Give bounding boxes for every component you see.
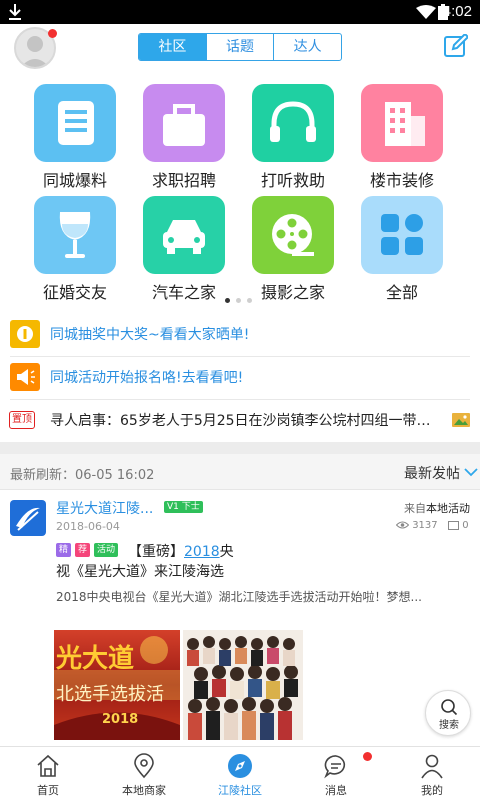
coin-icon — [10, 320, 40, 348]
category-realestate[interactable]: 楼市装修 — [327, 72, 447, 190]
compose-icon[interactable] — [444, 34, 468, 58]
title-rest: 央 — [219, 544, 234, 560]
sort-label: 最新发帖 — [404, 466, 460, 482]
headphones-icon — [252, 84, 334, 162]
chevron-down-icon — [464, 468, 478, 477]
megaphone-icon — [10, 363, 40, 391]
status-bar: 4:02 — [0, 0, 480, 24]
view-count: 3137 — [395, 520, 438, 531]
tab-label: 消息 — [325, 784, 347, 797]
pinned-text: 寻人启事：65岁老人于5月25日在沙岗镇李公垸村四组一带走... — [50, 413, 442, 429]
bottom-tab-bar: 首页 本地商家 江陵社区 消息 我的 — [0, 746, 480, 800]
tab-topics[interactable]: 话题 — [205, 34, 274, 60]
car-icon — [143, 196, 225, 274]
map-pin-icon — [134, 753, 154, 779]
comment-count: 0 — [448, 520, 469, 531]
last-refresh-time: 最新刷新：06-05 16:02 — [10, 468, 155, 483]
section-separator — [0, 442, 480, 454]
view-count-value: 3137 — [412, 520, 438, 531]
notice-text: 同城活动开始报名咯!去看看吧! — [50, 370, 244, 386]
page-dot — [236, 298, 241, 303]
tab-community[interactable]: 江陵社区 — [192, 747, 288, 800]
newspaper-icon — [34, 84, 116, 162]
message-badge — [363, 752, 372, 761]
wine-glass-icon — [34, 196, 116, 274]
post-title[interactable]: 【重磅】2018央 — [128, 541, 234, 561]
page-dot-active — [225, 298, 230, 303]
category-jobs[interactable]: 求职招聘 — [109, 72, 229, 190]
comment-count-value: 0 — [462, 520, 469, 531]
sort-dropdown[interactable]: 最新发帖 — [404, 463, 478, 483]
tag-featured: 精 — [56, 543, 72, 557]
category-cars[interactable]: 汽车之家 — [109, 184, 229, 302]
category-help[interactable]: 打听救助 — [218, 72, 338, 190]
post-date: 2018-06-04 — [56, 520, 120, 533]
building-icon — [361, 84, 443, 162]
tab-community[interactable]: 社区 — [139, 34, 206, 60]
level-badge: V1 下士 — [164, 501, 203, 513]
search-button[interactable]: 搜索 — [425, 690, 471, 736]
top-bar: 社区 话题 达人 — [0, 24, 480, 72]
page-indicator — [225, 298, 252, 303]
post-image-poster[interactable]: 光大道 北选手选拔活 2018 — [54, 630, 180, 740]
author-name[interactable]: 星光大道江陵... — [56, 498, 153, 518]
notice-text: 同城抽奖中大奖~看看大家晒单! — [50, 327, 250, 343]
grid-icon — [361, 196, 443, 274]
title-prefix: 【重磅】 — [128, 544, 184, 560]
category-label: 全部 — [385, 283, 418, 302]
notice-activity[interactable]: 同城活动开始报名咯!去看看吧! — [0, 357, 480, 397]
person-icon — [421, 754, 443, 779]
briefcase-icon — [143, 84, 225, 162]
compass-icon — [228, 754, 252, 778]
clock: 4:02 — [442, 3, 472, 20]
author-avatar[interactable] — [10, 500, 46, 536]
source-name: 本地活动 — [426, 502, 470, 515]
search-icon — [441, 699, 458, 716]
image-icon — [452, 413, 470, 427]
category-news[interactable]: 同城爆料 — [0, 72, 120, 190]
pinned-badge: 置顶 — [9, 411, 35, 429]
post-image-group[interactable] — [183, 630, 303, 740]
post-source[interactable]: 来自本地活动 — [404, 500, 470, 516]
title-link[interactable]: 2018 — [184, 544, 220, 560]
tag-recommended: 荐 — [75, 543, 91, 557]
eye-icon — [395, 521, 410, 529]
poster-year: 2018 — [102, 712, 139, 727]
comment-icon — [448, 520, 459, 530]
tab-profile[interactable]: 我的 — [384, 747, 480, 800]
post-description: 2018中央电视台《星光大道》湖北江陵选手选拔活动开始啦！梦想... — [56, 590, 422, 604]
tab-label: 本地商家 — [122, 784, 166, 797]
group-photo — [183, 630, 303, 740]
post-title-line2[interactable]: 视《星光大道》来江陵海选 — [56, 561, 224, 581]
post-card[interactable]: 星光大道江陵... V1 下士 来自本地活动 2018-06-04 3137 0… — [0, 490, 480, 746]
star-logo-icon — [16, 507, 40, 531]
tag-activity: 活动 — [94, 543, 119, 557]
tab-label: 首页 — [37, 784, 59, 797]
poster-subtitle: 北选手选拔活 — [56, 684, 164, 705]
notice-lottery[interactable]: 同城抽奖中大奖~看看大家晒单! — [0, 314, 480, 354]
post-tags: 精 荐 活动 — [56, 543, 119, 557]
pinned-post[interactable]: 置顶 寻人启事：65岁老人于5月25日在沙岗镇李公垸村四组一带走... — [0, 400, 480, 440]
poster-title: 光大道 — [56, 644, 135, 674]
tab-home[interactable]: 首页 — [0, 747, 96, 800]
tab-label: 我的 — [421, 784, 443, 797]
tab-local-merchants[interactable]: 本地商家 — [96, 747, 192, 800]
category-dating[interactable]: 征婚交友 — [0, 184, 120, 302]
chat-bubble-icon — [324, 755, 346, 779]
wifi-icon — [416, 5, 436, 19]
category-all[interactable]: 全部 — [327, 184, 447, 302]
source-prefix: 来自 — [404, 502, 426, 515]
notification-dot — [48, 29, 57, 38]
feed-header: 最新刷新：06-05 16:02 最新发帖 — [0, 454, 480, 490]
home-icon — [37, 754, 59, 777]
category-photography[interactable]: 摄影之家 — [218, 184, 338, 302]
search-label: 搜索 — [439, 720, 459, 731]
download-icon — [9, 4, 21, 20]
tab-experts[interactable]: 达人 — [273, 34, 341, 60]
segment-control: 社区 话题 达人 — [138, 33, 342, 61]
film-reel-icon — [252, 196, 334, 274]
page-dot — [247, 298, 252, 303]
tab-label: 江陵社区 — [218, 784, 262, 797]
